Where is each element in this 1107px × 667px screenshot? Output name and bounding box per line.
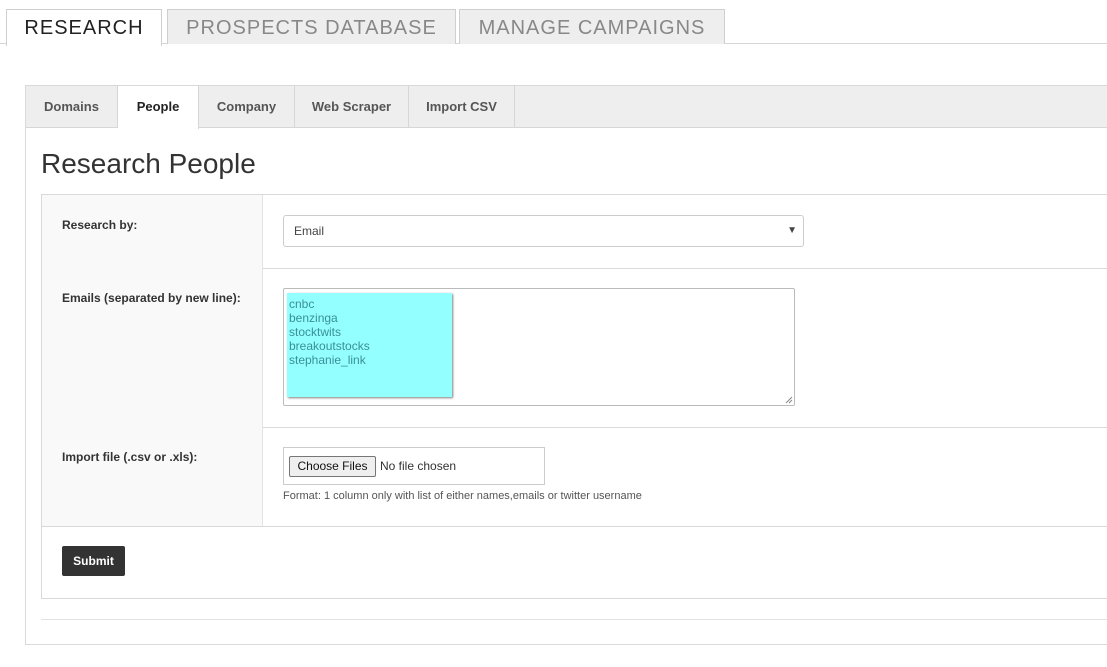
research-panel: Domains People Company Web Scraper Impor… xyxy=(25,85,1107,645)
top-tab-bar: RESEARCH PROSPECTS DATABASE MANAGE CAMPA… xyxy=(0,0,1107,46)
research-by-selected: Email xyxy=(294,224,325,238)
label-cell: Research by: xyxy=(42,195,263,268)
choose-files-button[interactable]: Choose Files xyxy=(289,456,376,477)
emails-label: Emails (separated by new line): xyxy=(62,291,241,305)
tab-research[interactable]: RESEARCH xyxy=(6,9,162,46)
submit-button[interactable]: Submit xyxy=(62,546,125,576)
research-by-label: Research by: xyxy=(62,218,138,232)
label-cell: Emails (separated by new line): xyxy=(42,268,263,427)
emails-row: Emails (separated by new line): cnbc ben… xyxy=(42,268,1107,428)
resize-grip-icon[interactable] xyxy=(784,395,793,404)
submit-row: Submit xyxy=(42,526,1107,598)
subtab-domains[interactable]: Domains xyxy=(26,86,118,128)
file-input: Choose Files No file chosen xyxy=(283,447,545,485)
research-form: Research by: Email ▼ Emails (separated b… xyxy=(41,194,1107,599)
subtab-people[interactable]: People xyxy=(118,86,199,129)
sub-tab-bar: Domains People Company Web Scraper Impor… xyxy=(26,86,1107,129)
email-line: breakoutstocks xyxy=(289,339,370,353)
tab-prospects-database[interactable]: PROSPECTS DATABASE xyxy=(167,9,456,44)
import-file-label: Import file (.csv or .xls): xyxy=(62,450,198,464)
label-cell: Import file (.csv or .xls): xyxy=(42,427,263,526)
email-line: benzinga xyxy=(289,311,338,325)
research-by-select[interactable]: Email ▼ xyxy=(283,215,804,247)
email-line: cnbc xyxy=(289,297,315,311)
page-title: Research People xyxy=(41,148,256,179)
format-note: Format: 1 column only with list of eithe… xyxy=(283,490,642,502)
email-line: stephanie_link xyxy=(289,353,366,367)
tab-manage-campaigns[interactable]: MANAGE CAMPAIGNS xyxy=(459,9,725,44)
import-file-row: Import file (.csv or .xls): Choose Files… xyxy=(42,427,1107,527)
file-status: No file chosen xyxy=(380,459,457,473)
research-by-row: Research by: Email ▼ xyxy=(42,195,1107,269)
emails-textarea[interactable]: cnbc benzinga stocktwits breakoutstocks … xyxy=(283,288,795,406)
email-line: stocktwits xyxy=(289,325,342,339)
divider xyxy=(41,619,1107,620)
subtab-web-scraper[interactable]: Web Scraper xyxy=(295,86,409,128)
subtab-company[interactable]: Company xyxy=(199,86,295,128)
caret-down-icon: ▼ xyxy=(787,225,797,236)
subtab-import-csv[interactable]: Import CSV xyxy=(409,86,515,128)
sticky-note: cnbc benzinga stocktwits breakoutstocks … xyxy=(287,293,452,397)
